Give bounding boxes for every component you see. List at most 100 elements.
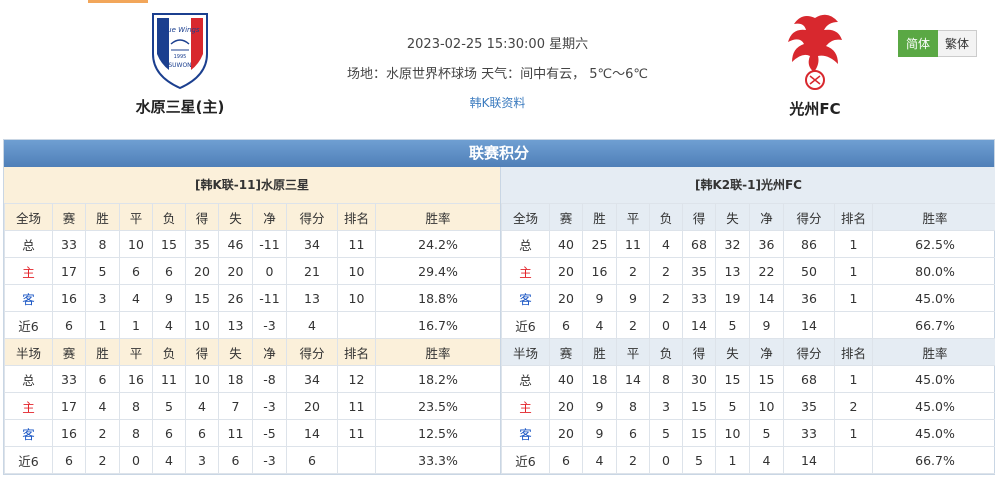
table-cell: 0 [649, 446, 683, 474]
table-cell: 1 [834, 257, 873, 285]
table-cell: 20 [549, 284, 583, 312]
traditional-chinese-button[interactable]: 繁体 [938, 30, 978, 57]
table-cell: 46 [218, 230, 253, 258]
row-label: 客 [4, 284, 53, 312]
column-header: 平 [119, 338, 153, 366]
row-label: 总 [501, 230, 550, 258]
table-row: 总 40 18 14 8 30 15 15 68 1 45.0% [501, 365, 995, 393]
table-cell: 4 [185, 392, 219, 420]
table-cell: 36 [783, 284, 835, 312]
table-header-row: 全场赛胜平负得失净得分 排名 胜率 [501, 203, 995, 231]
table-cell: 21 [286, 257, 338, 285]
column-header: 胜率 [872, 203, 995, 231]
table-cell: 14 [783, 311, 835, 339]
column-header: 赛 [52, 338, 86, 366]
table-cell: 30 [682, 365, 716, 393]
table-cell: 14 [783, 446, 835, 474]
home-standings-table: 全场赛胜平负得失净得分 排名 胜率总 33 8 10 15 35 46 -11 34 11 24.2% 主… [4, 203, 501, 474]
home-team[interactable]: Blue Wings 1995 SUWON 水原三星(主) [100, 10, 260, 117]
column-header: 胜率 [872, 338, 995, 366]
table-cell: 18.8% [375, 284, 501, 312]
column-header: 排名 [337, 203, 376, 231]
table-cell: 22 [749, 257, 784, 285]
table-cell: 5 [715, 392, 750, 420]
table-cell: 1 [715, 446, 750, 474]
table-cell: 32 [715, 230, 750, 258]
table-cell: -3 [252, 446, 287, 474]
table-cell [337, 311, 376, 339]
away-full-body: 全场赛胜平负得失净得分 排名 胜率总 40 25 11 4 68 32 36 86 1 62.5% 主 20… [501, 203, 995, 339]
table-cell: 11 [337, 419, 376, 447]
column-header: 赛 [549, 203, 583, 231]
table-cell: 6 [286, 446, 338, 474]
table-row: 客 16 3 4 9 15 26 -11 13 10 18.8% [4, 284, 501, 312]
table-row: 主 17 5 6 6 20 20 0 21 10 29.4% [4, 257, 501, 285]
table-cell [834, 446, 873, 474]
table-cell: 80.0% [872, 257, 995, 285]
table-cell: 36 [749, 230, 784, 258]
column-header: 得分 [783, 338, 835, 366]
table-cell: 33 [783, 419, 835, 447]
table-cell: 15 [682, 392, 716, 420]
column-header: 净 [252, 203, 287, 231]
column-header: 胜率 [375, 338, 501, 366]
table-cell: 11 [152, 365, 186, 393]
column-header: 得 [682, 203, 716, 231]
table-row: 主 20 9 8 3 15 5 10 35 2 45.0% [501, 392, 995, 420]
table-cell: 3 [185, 446, 219, 474]
column-header: 半场 [501, 338, 550, 366]
league-info-link[interactable]: 韩K联资料 [300, 94, 695, 111]
table-cell: 5 [749, 419, 784, 447]
match-info: 2023-02-25 15:30:00 星期六 场地：水原世界杯球场 天气：间中… [300, 33, 695, 111]
table-cell: 40 [549, 230, 583, 258]
table-cell: 4 [85, 392, 120, 420]
column-header: 得 [185, 338, 219, 366]
table-cell: 10 [185, 365, 219, 393]
row-label: 近6 [501, 446, 550, 474]
table-cell: 5 [715, 311, 750, 339]
table-cell: 4 [749, 446, 784, 474]
table-header-row: 全场赛胜平负得失净得分 排名 胜率 [4, 203, 501, 231]
table-cell: 8 [119, 392, 153, 420]
table-cell: 12 [337, 365, 376, 393]
table-cell: 20 [185, 257, 219, 285]
table-cell: 45.0% [872, 284, 995, 312]
table-cell: 3 [85, 284, 120, 312]
column-header: 胜 [582, 338, 617, 366]
away-half-body: 半场赛胜平负得失净得分 排名 胜率总 40 18 14 8 30 15 15 68 1 45.0% 主 20… [501, 338, 995, 474]
away-standings-header: [韩K2联-1]光州FC [501, 167, 995, 203]
table-cell: 68 [682, 230, 716, 258]
table-cell: 12.5% [375, 419, 501, 447]
table-cell: 9 [152, 284, 186, 312]
column-header: 半场 [4, 338, 53, 366]
table-cell: 17 [52, 392, 86, 420]
table-cell: 19 [715, 284, 750, 312]
home-team-name[interactable]: 水原三星(主) [100, 96, 260, 117]
table-cell: 7 [218, 392, 253, 420]
simplified-chinese-button[interactable]: 简体 [898, 30, 939, 57]
table-cell: 16 [582, 257, 617, 285]
table-cell: 66.7% [872, 311, 995, 339]
column-header: 净 [749, 338, 784, 366]
table-cell: 11 [616, 230, 650, 258]
table-cell: 5 [85, 257, 120, 285]
table-cell: -8 [252, 365, 287, 393]
table-cell: 62.5% [872, 230, 995, 258]
table-cell: 20 [549, 257, 583, 285]
column-header: 排名 [834, 338, 873, 366]
table-cell: 10 [749, 392, 784, 420]
row-label: 总 [4, 230, 53, 258]
table-cell: 45.0% [872, 365, 995, 393]
away-team-name[interactable]: 光州FC [740, 98, 890, 119]
away-team[interactable]: 光州FC [740, 10, 890, 119]
table-cell: 2 [616, 257, 650, 285]
table-cell: 15 [682, 419, 716, 447]
table-cell: 45.0% [872, 392, 995, 420]
row-label: 主 [4, 392, 53, 420]
table-cell: 6 [52, 311, 86, 339]
table-row: 总 40 25 11 4 68 32 36 86 1 62.5% [501, 230, 995, 258]
table-row: 近6 6 2 0 4 3 6 -3 6 33.3% [4, 446, 501, 474]
column-header: 排名 [337, 338, 376, 366]
column-header: 得分 [286, 203, 338, 231]
table-cell: 6 [52, 446, 86, 474]
